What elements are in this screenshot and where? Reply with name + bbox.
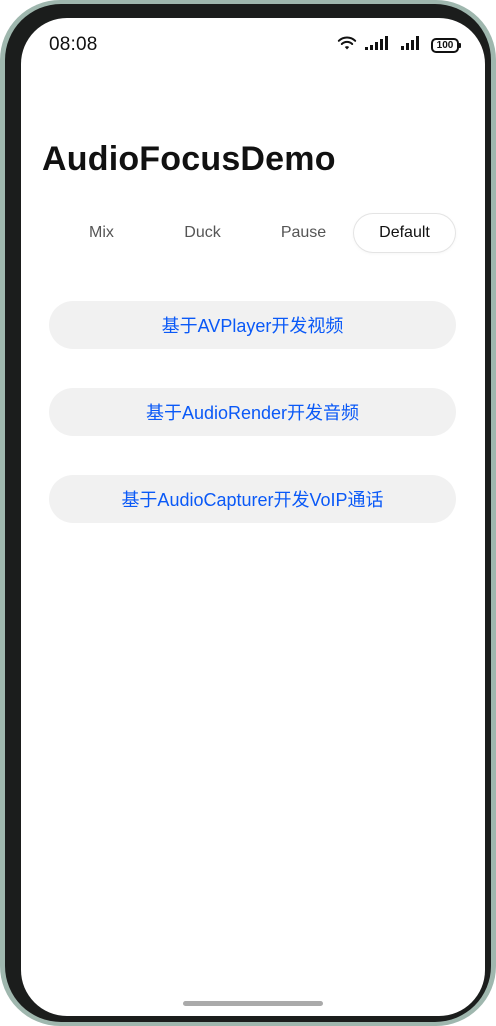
status-time: 08:08: [49, 34, 98, 55]
focus-mode-tabs: Mix Duck Pause Default: [51, 214, 455, 252]
device-bezel: 08:08 100 AudioFocusDemo Mix Duck Pause …: [5, 4, 491, 1022]
tab-mix[interactable]: Mix: [51, 214, 152, 252]
tab-duck[interactable]: Duck: [152, 214, 253, 252]
signal-icon: [365, 36, 393, 55]
audiorender-audio-button[interactable]: 基于AudioRender开发音频: [49, 388, 456, 436]
device-frame: 08:08 100 AudioFocusDemo Mix Duck Pause …: [0, 0, 496, 1026]
avplayer-video-button[interactable]: 基于AVPlayer开发视频: [49, 301, 456, 349]
tab-pause[interactable]: Pause: [253, 214, 354, 252]
wifi-icon: [337, 35, 357, 56]
home-indicator[interactable]: [183, 1001, 323, 1006]
screen: 08:08 100 AudioFocusDemo Mix Duck Pause …: [21, 18, 485, 1016]
audiocapturer-voip-button[interactable]: 基于AudioCapturer开发VoIP通话: [49, 475, 456, 523]
status-icons: 100: [337, 35, 461, 56]
tab-default[interactable]: Default: [354, 214, 455, 252]
page-title: AudioFocusDemo: [42, 140, 336, 178]
signal-icon: [401, 36, 423, 55]
battery-icon: 100: [431, 38, 461, 53]
